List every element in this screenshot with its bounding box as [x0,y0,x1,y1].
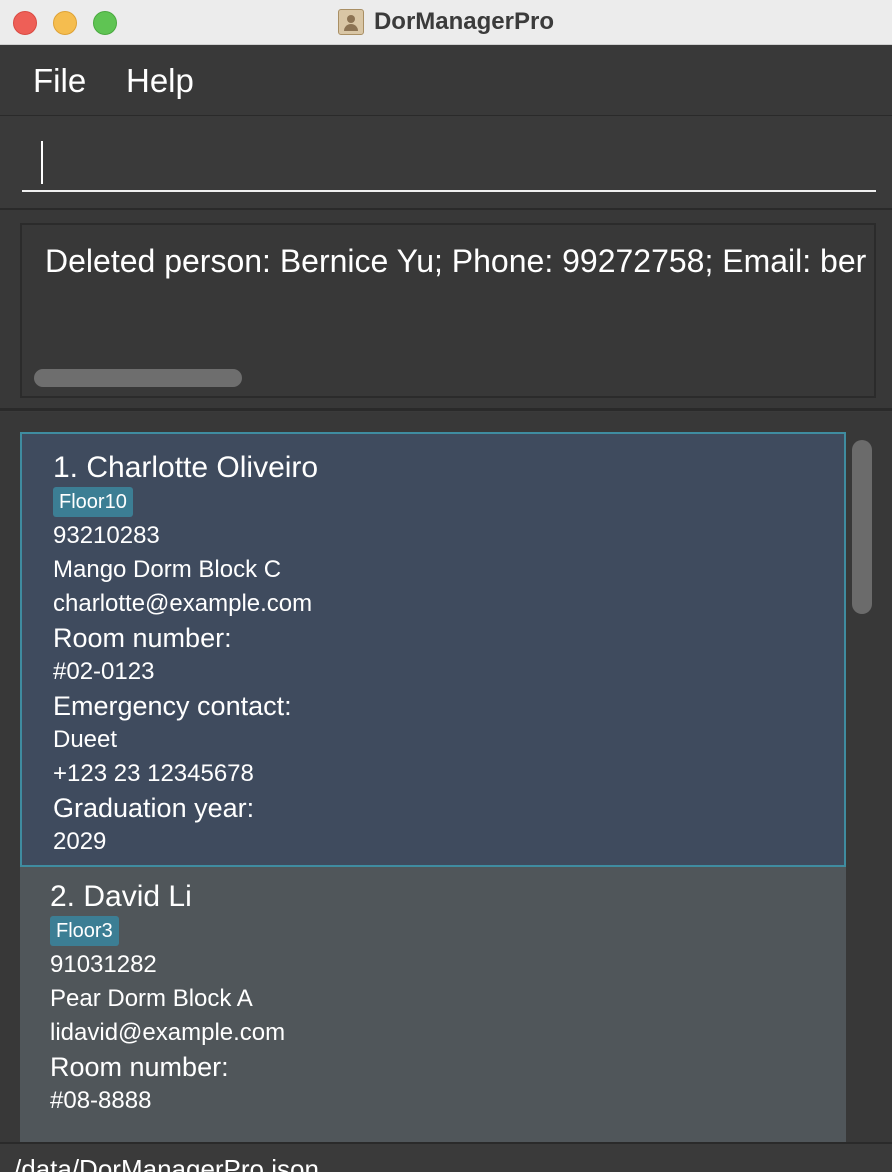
storage-file-path: /data/DorManagerPro.json [14,1154,319,1172]
person-card[interactable]: 1. Charlotte Oliveiro Floor10 93210283 M… [20,432,846,867]
person-address: Mango Dorm Block C [53,556,282,583]
result-text: Deleted person: Bernice Yu; Phone: 99272… [45,243,867,279]
room-number-label: Room number: [53,623,232,653]
person-address: Pear Dorm Block A [50,985,253,1012]
person-email: lidavid@example.com [50,1019,286,1046]
command-input[interactable] [22,138,876,192]
result-display-panel: Deleted person: Bernice Yu; Phone: 99272… [0,210,892,411]
window-title-text: DorManagerPro [373,8,555,35]
horizontal-scrollbar[interactable] [34,369,242,387]
person-card[interactable]: 2. David Li Floor3 91031282 Pear Dorm Bl… [20,867,846,1142]
text-caret [41,141,43,184]
room-number-label: Room number: [50,1052,229,1082]
menu-help[interactable]: Help [126,62,194,100]
result-display: Deleted person: Bernice Yu; Phone: 99272… [20,223,876,398]
status-bar: /data/DorManagerPro.json [0,1142,892,1172]
graduation-year-label: Graduation year: [53,793,255,823]
emergency-contact-label: Emergency contact: [53,691,292,721]
command-box [0,116,892,210]
menu-file[interactable]: File [33,62,86,100]
title-bar: DorManagerPro [0,0,892,45]
person-name: 1. Charlotte Oliveiro [53,451,319,484]
room-number: #08-8888 [50,1087,152,1114]
person-email: charlotte@example.com [53,590,313,617]
emergency-contact-name: Dueet [53,726,118,753]
graduation-year: 2029 [53,828,107,855]
person-list: 1. Charlotte Oliveiro Floor10 93210283 M… [0,412,892,1142]
menu-bar: File Help [0,45,892,116]
address-book-icon [337,9,364,35]
room-number: #02-0123 [53,658,155,685]
emergency-contact-phone: +123 23 12345678 [53,760,254,787]
person-name: 2. David Li [50,880,192,913]
window-title: DorManagerPro [0,0,892,44]
person-phone: 93210283 [53,522,160,549]
person-tag: Floor10 [53,487,133,517]
vertical-scrollbar[interactable] [852,440,872,614]
person-phone: 91031282 [50,951,157,978]
person-tag: Floor3 [50,916,119,946]
